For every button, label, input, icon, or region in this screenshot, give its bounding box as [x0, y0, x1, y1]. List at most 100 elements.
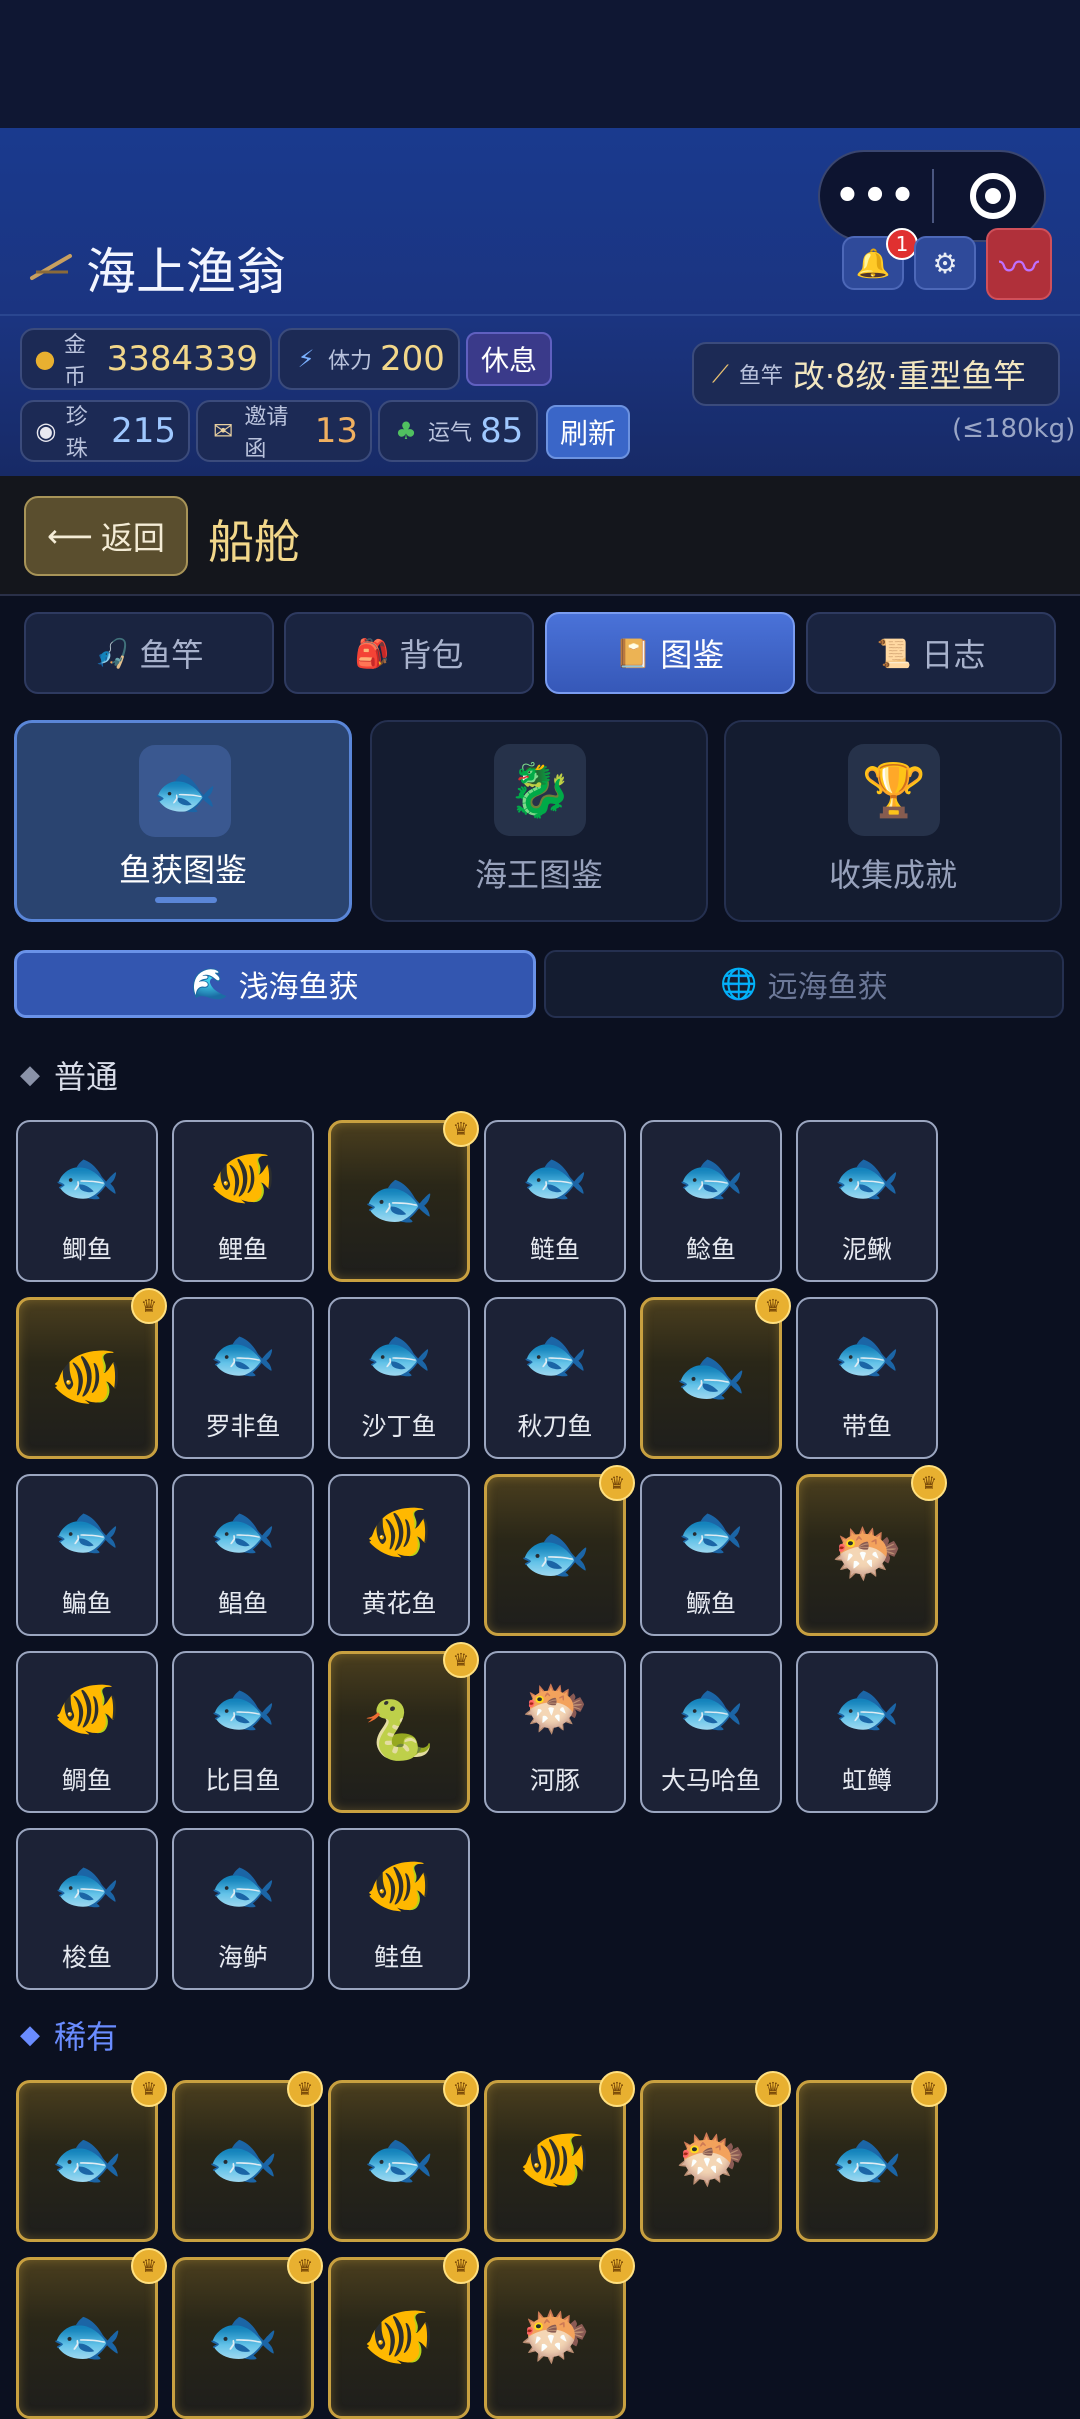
fish-card[interactable]: 🐟 鳜鱼: [640, 1474, 782, 1636]
fish-card[interactable]: 🐟 ♛: [328, 2071, 479, 2242]
fish-card[interactable]: 🐟 鲫鱼: [16, 1120, 158, 1282]
fish-icon: 🐟: [206, 2125, 280, 2193]
fish-card[interactable]: 🐟 ♛: [172, 2071, 323, 2242]
refresh-button[interactable]: 刷新: [546, 405, 630, 459]
fish-card[interactable]: 🐡 ♛: [484, 2248, 635, 2419]
fish-card[interactable]: 🐟 大马哈鱼: [640, 1651, 782, 1813]
fish-icon: 🐠: [518, 2125, 592, 2193]
invite-stat: ✉ 邀请函 13: [196, 400, 372, 462]
fish-card[interactable]: 🐟 虹鳟: [796, 1651, 938, 1813]
fish-card[interactable]: 🐟 鲳鱼: [172, 1474, 314, 1636]
fish-name: 鲑鱼: [373, 1943, 424, 1972]
fish-card[interactable]: 🐠 ♛: [484, 2071, 635, 2242]
settings-button[interactable]: ⚙: [914, 236, 976, 290]
fish-card[interactable]: 🐟 ♛: [484, 1465, 635, 1636]
fish-icon: 🐟: [677, 1677, 745, 1740]
fish-card[interactable]: 🐟 鲶鱼: [640, 1120, 782, 1282]
subtab-shallow[interactable]: 🌊 浅海鱼获: [14, 950, 536, 1018]
fish-name: 梭鱼: [61, 1943, 112, 1972]
fish-card[interactable]: 🐟 ♛: [16, 2071, 167, 2242]
book-icon: 📔: [615, 636, 651, 670]
rod-capacity: (≤180kg): [952, 414, 1076, 444]
fish-icon: 🐟: [833, 1146, 901, 1209]
fish-card[interactable]: 🐠 黄花鱼: [328, 1474, 470, 1636]
fish-card[interactable]: 🐟 鳊鱼: [16, 1474, 158, 1636]
crown-icon: ♛: [287, 2248, 323, 2284]
fish-name: 鳊鱼: [61, 1589, 112, 1618]
fish-name: 沙丁鱼: [361, 1412, 437, 1441]
fish-card[interactable]: 🐟 带鱼: [796, 1297, 938, 1459]
fish-card[interactable]: 🐟 ♛: [328, 1111, 479, 1282]
tab-encyclopedia[interactable]: 📔 图鉴: [545, 612, 795, 694]
fish-card[interactable]: 🐟 海鲈: [172, 1828, 314, 1990]
bait-button[interactable]: 〰: [986, 228, 1052, 300]
fish-icon: 🐟: [362, 1165, 436, 1233]
coin-icon: ●: [34, 345, 56, 373]
fish-card[interactable]: 🐟 泥鳅: [796, 1120, 938, 1282]
fish-card[interactable]: 🐟 ♛: [796, 2071, 947, 2242]
category-catch[interactable]: 🐟 鱼获图鉴: [14, 720, 352, 922]
fish-icon: 🐟: [53, 1854, 121, 1917]
rest-button[interactable]: 休息: [466, 332, 552, 386]
fish-card[interactable]: 🐟 沙丁鱼: [328, 1297, 470, 1459]
crown-icon: ♛: [443, 2248, 479, 2284]
status-bar: [0, 0, 1080, 128]
fish-card[interactable]: 🐟 ♛: [172, 2248, 323, 2419]
backpack-icon: 🎒: [354, 636, 390, 670]
close-target-icon[interactable]: [970, 173, 1016, 219]
fish-icon: 🐟: [53, 1500, 121, 1563]
tab-log[interactable]: 📜 日志: [806, 612, 1056, 694]
fish-icon: 🐟: [362, 2125, 436, 2193]
bell-icon: 🔔: [855, 246, 891, 280]
subtab-deep[interactable]: 🌐 远海鱼获: [544, 950, 1064, 1018]
fish-card[interactable]: 🐠 鲑鱼: [328, 1828, 470, 1990]
header-divider: [0, 314, 1080, 316]
section-rare: ◆ 稀有: [20, 2018, 119, 2056]
category-sea-king[interactable]: 🐉 海王图鉴: [370, 720, 708, 922]
fish-name: 鲶鱼: [685, 1235, 736, 1264]
fish-card[interactable]: 🐟 比目鱼: [172, 1651, 314, 1813]
fish-name: 鲢鱼: [529, 1235, 580, 1264]
letter-icon: ✉: [213, 417, 234, 445]
fish-name: 罗非鱼: [205, 1412, 281, 1441]
fish-card[interactable]: 🐠 ♛: [328, 2248, 479, 2419]
fish-card[interactable]: 🐟 ♛: [640, 1288, 791, 1459]
fish-card[interactable]: 🐡 ♛: [796, 1465, 947, 1636]
clover-icon: ♣: [395, 417, 417, 445]
diamond-icon: ◆: [20, 2020, 40, 2050]
rod-stat[interactable]: ⟋ 鱼竿 改·8级·重型鱼竿: [692, 342, 1060, 406]
fish-card[interactable]: 🐡 河豚: [484, 1651, 626, 1813]
fish-card[interactable]: 🐠 ♛: [16, 1288, 167, 1459]
crown-icon: ♛: [131, 1288, 167, 1324]
fish-card[interactable]: 🐟 罗非鱼: [172, 1297, 314, 1459]
tab-backpack[interactable]: 🎒 背包: [284, 612, 534, 694]
fish-icon: 🐠: [365, 1854, 433, 1917]
fish-icon: 🐟: [830, 2125, 904, 2193]
luck-stat: ♣ 运气 85: [378, 400, 538, 462]
fish-icon: 🐟: [209, 1677, 277, 1740]
trophy-icon: 🏆: [848, 744, 940, 836]
fish-name: 虹鳟: [841, 1766, 892, 1795]
fish-name: 鲤鱼: [217, 1235, 268, 1264]
category-achievements[interactable]: 🏆 收集成就: [724, 720, 1062, 922]
fish-icon: 🐟: [209, 1500, 277, 1563]
fish-card[interactable]: 🐟 ♛: [16, 2248, 167, 2419]
fish-card[interactable]: 🐠 鲤鱼: [172, 1120, 314, 1282]
crown-icon: ♛: [599, 2071, 635, 2107]
fish-icon: 🐟: [209, 1854, 277, 1917]
fish-icon: 🐟: [50, 2302, 124, 2370]
fish-card[interactable]: 🐍 ♛: [328, 1642, 479, 1813]
fish-card[interactable]: 🐠 鲷鱼: [16, 1651, 158, 1813]
fish-icon: 🐟: [50, 2125, 124, 2193]
fish-card[interactable]: 🐟 秋刀鱼: [484, 1297, 626, 1459]
more-icon[interactable]: •••: [820, 173, 932, 219]
fish-icon: 🐟: [206, 2302, 280, 2370]
fish-name: 泥鳅: [841, 1235, 892, 1264]
fish-card[interactable]: 🐟 梭鱼: [16, 1828, 158, 1990]
tab-rod[interactable]: 🎣 鱼竿: [24, 612, 274, 694]
fish-card[interactable]: 🐡 ♛: [640, 2071, 791, 2242]
fish-card[interactable]: 🐟 鲢鱼: [484, 1120, 626, 1282]
back-button[interactable]: ⟵ 返回: [24, 496, 188, 576]
arrow-left-icon: ⟵: [47, 517, 93, 555]
fish-icon: 🐟: [365, 1323, 433, 1386]
